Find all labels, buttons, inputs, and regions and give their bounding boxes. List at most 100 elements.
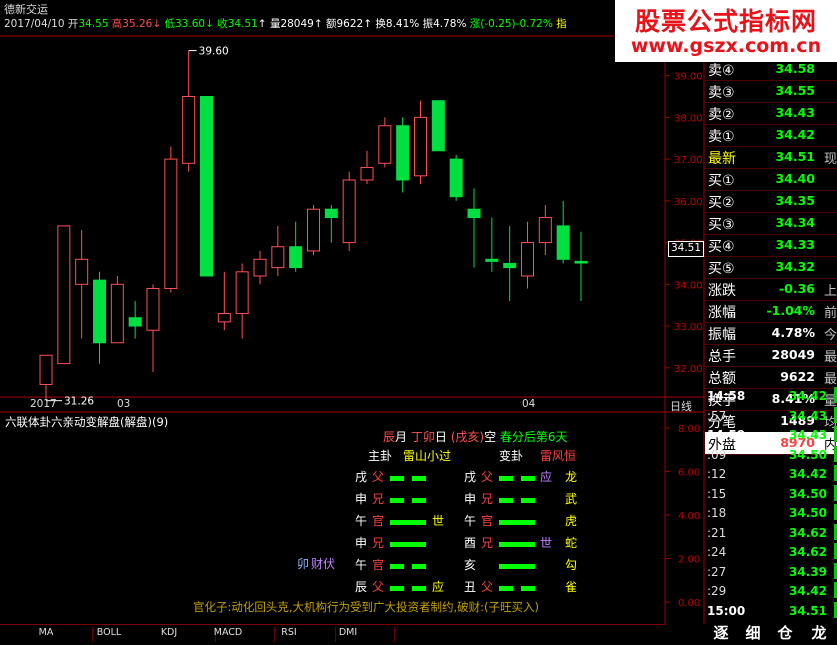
bid-row: 买③34.34 bbox=[705, 212, 837, 235]
candle-body bbox=[575, 261, 587, 263]
gua-branch-2: 申 bbox=[464, 490, 476, 507]
stat-row-value: 4.78% bbox=[772, 325, 815, 340]
tick-price: 34.50 bbox=[789, 448, 827, 462]
gua-branch-2: 亥 bbox=[464, 556, 476, 573]
dragon-button[interactable]: 龙 bbox=[801, 622, 837, 644]
stat-row-value: 9622 bbox=[780, 369, 815, 384]
candle-body bbox=[272, 247, 284, 268]
yin-line-right bbox=[521, 586, 535, 591]
gua-branch: 午 bbox=[355, 556, 367, 573]
site-logo: 股票公式指标网 www.gszx.com.cn bbox=[615, 0, 837, 62]
tick-row: 14:5834.42 bbox=[705, 386, 837, 407]
tick-price: 34.43 bbox=[789, 409, 827, 423]
stat-row-value: 28049 bbox=[772, 347, 816, 362]
tick-detail-button[interactable]: 逐 bbox=[705, 622, 737, 644]
indicator-tick-label: 2.00 bbox=[678, 555, 700, 566]
stat-row-extra: 今 bbox=[824, 324, 837, 343]
bid-row: 买⑤ 34.32 bbox=[705, 256, 837, 279]
price-tick-label: 34.00 bbox=[674, 280, 703, 291]
candle-body bbox=[397, 126, 409, 180]
xlabel-month-03: 03 bbox=[117, 398, 130, 410]
ask-row: 卖③ 34.55 bbox=[705, 80, 837, 103]
stat-row-value: -1.04% bbox=[766, 303, 815, 318]
candle bbox=[343, 172, 355, 251]
tick-price: 34.50 bbox=[789, 506, 827, 520]
ask-row-label: 卖② bbox=[708, 104, 735, 124]
stat-row-label: 总手 bbox=[708, 346, 736, 366]
price-tick-label: 36.00 bbox=[674, 197, 703, 208]
candle-body bbox=[522, 243, 534, 276]
tick-time: :27 bbox=[707, 565, 726, 579]
tab-dmi[interactable]: DMI bbox=[302, 627, 395, 642]
latest-row: 最新34.51现 bbox=[705, 146, 837, 169]
yin-line-right bbox=[521, 498, 535, 503]
position-button[interactable]: 仓 bbox=[769, 622, 801, 644]
candle bbox=[379, 117, 391, 167]
candle bbox=[397, 117, 409, 192]
indicator-axis: 8.006.004.002.000.00 bbox=[665, 424, 700, 609]
tick-price: 34.43 bbox=[789, 428, 827, 442]
gua-kin-2: 父 bbox=[481, 578, 493, 595]
candle bbox=[40, 355, 52, 398]
bid-row-label: 买④ bbox=[708, 236, 735, 256]
gua-branch: 辰 bbox=[355, 578, 367, 595]
yang-line bbox=[499, 542, 535, 547]
day-stem: 丁卯 bbox=[407, 430, 435, 444]
low-annotation: 31.26 bbox=[64, 396, 94, 408]
gua-kin: 父 bbox=[372, 578, 384, 595]
candle-body bbox=[504, 263, 516, 267]
candle-body bbox=[557, 226, 569, 259]
yin-line-left bbox=[390, 476, 404, 481]
candle bbox=[575, 232, 587, 301]
candle bbox=[290, 222, 302, 272]
ask-row-label: 卖③ bbox=[708, 82, 735, 102]
gua-kin: 官 bbox=[372, 556, 384, 573]
candles-group bbox=[40, 51, 587, 399]
stat-row-label: 涨幅 bbox=[708, 302, 736, 322]
candle-body bbox=[343, 180, 355, 243]
indicator-tabs: MA BOLL KDJ MACD RSI DMI bbox=[0, 624, 665, 645]
tick-time: :24 bbox=[707, 545, 726, 559]
candle bbox=[308, 205, 320, 255]
ask-row-value: 34.55 bbox=[775, 83, 815, 98]
bid-row-value: 34.40 bbox=[775, 171, 815, 186]
candle bbox=[111, 276, 123, 343]
gua-beast: 雀 bbox=[565, 578, 577, 595]
gua-branch: 申 bbox=[355, 490, 367, 507]
tick-time: :57 bbox=[707, 409, 726, 423]
stat-row-label: 涨跌 bbox=[708, 280, 736, 300]
detail-button[interactable]: 细 bbox=[737, 622, 769, 644]
candle-body bbox=[361, 167, 373, 180]
price-chart[interactable]: 39.6031.26 39.0038.0037.0036.0035.0034.0… bbox=[0, 0, 705, 624]
bid-row-label: 买⑤ bbox=[708, 258, 735, 278]
gua-kin-2: 兄 bbox=[481, 534, 493, 551]
price-tick-label: 37.00 bbox=[674, 155, 703, 166]
ask-row-label: 卖① bbox=[708, 126, 735, 146]
interpretation-text: 官化子:动化回头克,大机构行为受到广大投资者制约,破财:(子旺买入) bbox=[193, 599, 539, 615]
period-daily-button[interactable]: 日线 bbox=[670, 398, 692, 414]
candle bbox=[147, 284, 159, 372]
bid-row: 买②34.35 bbox=[705, 190, 837, 213]
yang-line bbox=[390, 520, 426, 525]
void-label: 空 bbox=[484, 430, 496, 444]
candle bbox=[522, 222, 534, 289]
gua-branch: 申 bbox=[355, 534, 367, 551]
candle-body bbox=[290, 247, 302, 268]
gua-kin-2: 父 bbox=[481, 468, 493, 485]
logo-text: 股票公式指标网 bbox=[615, 2, 837, 38]
ask-row: 卖①34.42 bbox=[705, 124, 837, 147]
stat-row: 总手 28049 最 bbox=[705, 344, 837, 367]
bid-row-value: 34.32 bbox=[775, 259, 815, 274]
gua-kin-2: 官 bbox=[481, 512, 493, 529]
candle-body bbox=[165, 159, 177, 288]
yin-line-left bbox=[390, 498, 404, 503]
gua-beast: 勾 bbox=[565, 556, 577, 573]
yang-line bbox=[499, 564, 535, 569]
yin-line-right bbox=[412, 586, 426, 591]
stat-row-extra: 最 bbox=[824, 346, 837, 365]
candle bbox=[432, 101, 444, 151]
indicator-tick-label: 0.00 bbox=[678, 598, 700, 609]
tick-time: 14:58 bbox=[707, 389, 745, 403]
main-gua-name: 雷山小过 bbox=[403, 447, 451, 464]
gua-kin: 父 bbox=[372, 468, 384, 485]
